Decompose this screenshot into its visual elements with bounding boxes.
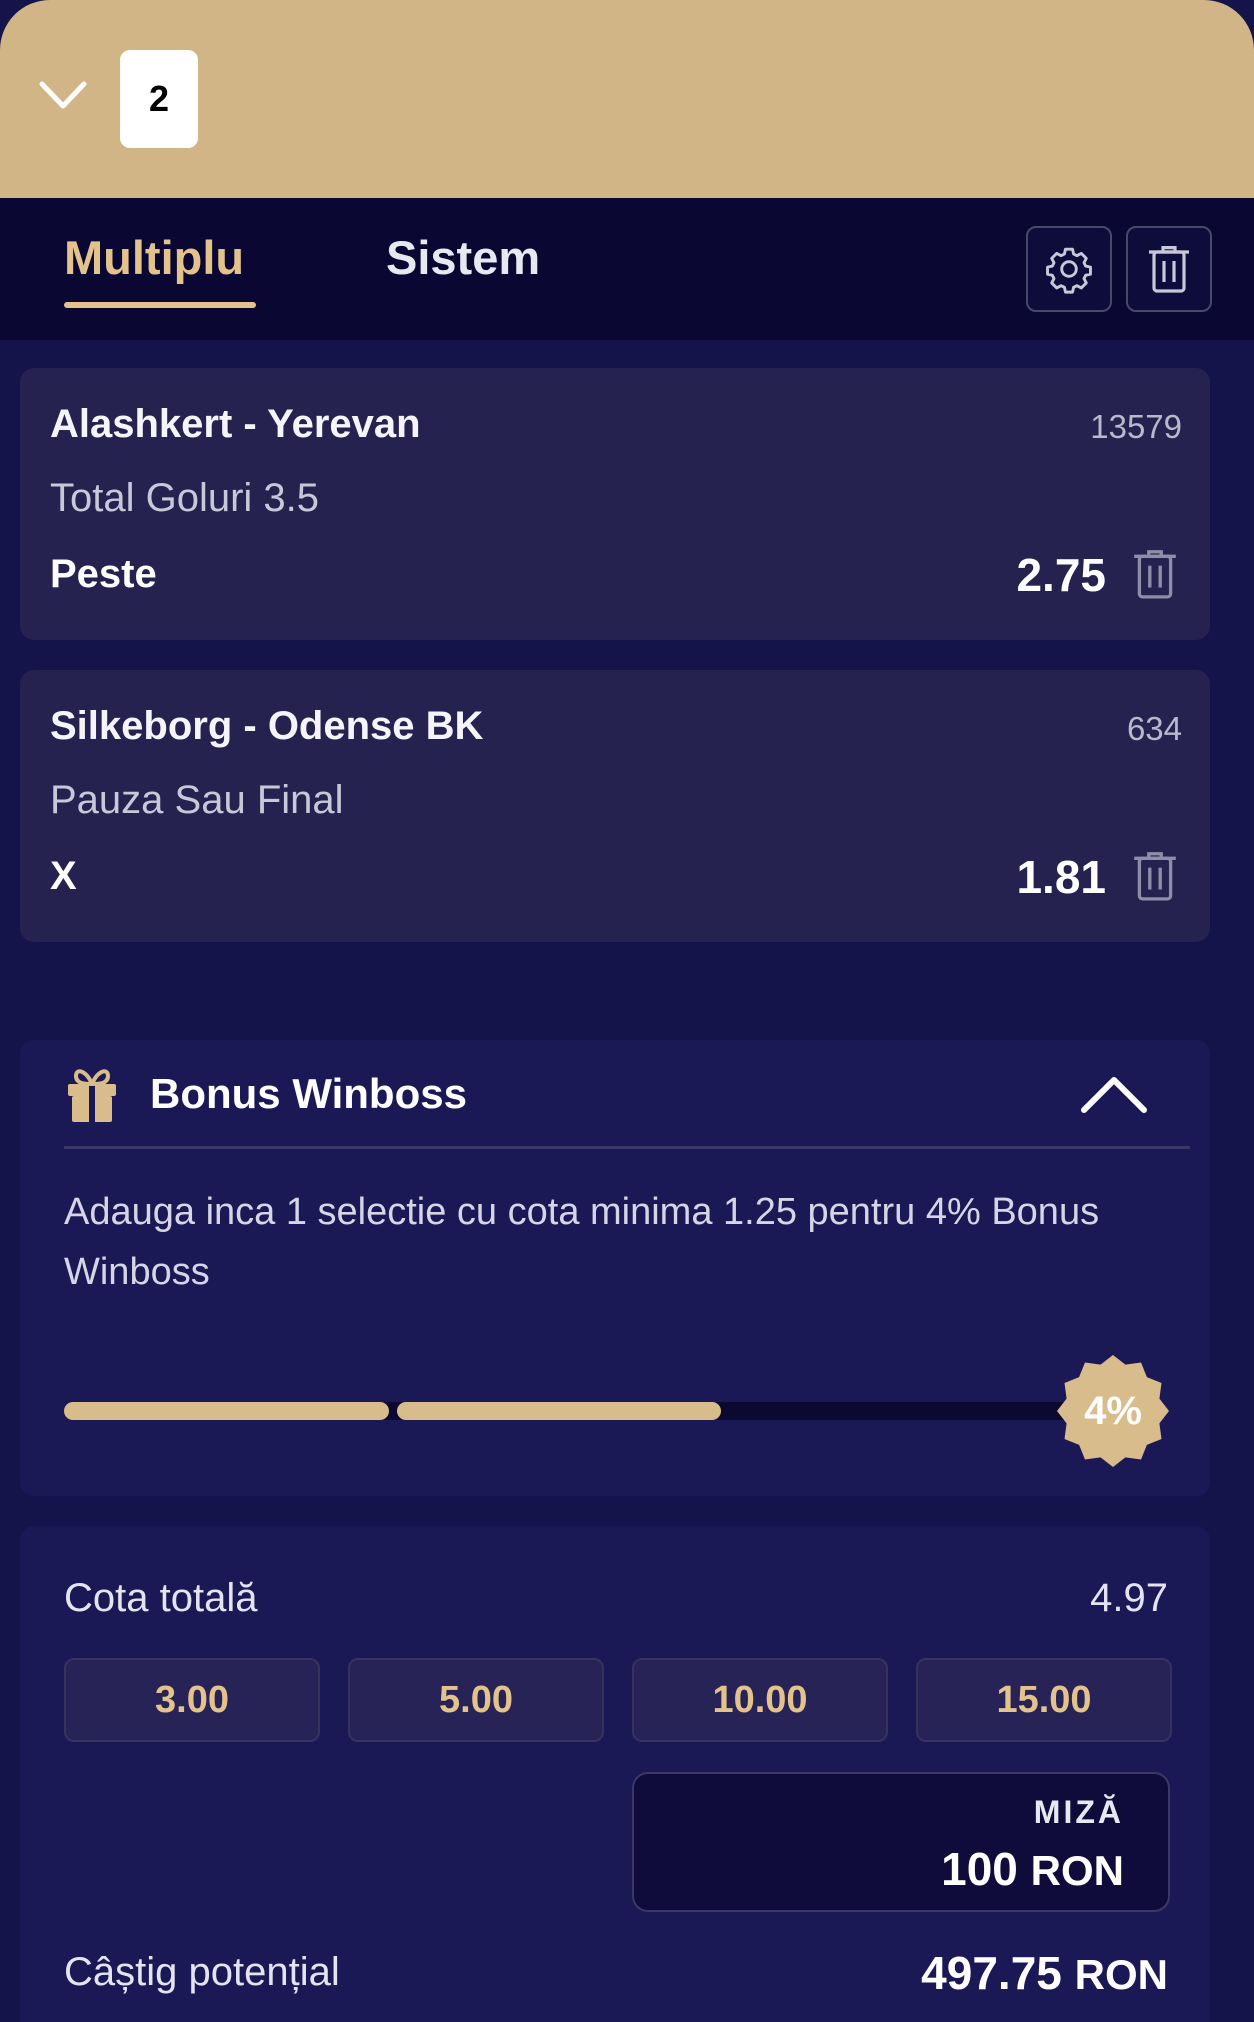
market-name: Pauza Sau Final	[50, 778, 344, 822]
selection-card: Silkeborg - Odense BK 634 Pauza Sau Fina…	[20, 670, 1210, 942]
selection-odds: 1.81	[1016, 851, 1106, 903]
market-name: Total Goluri 3.5	[50, 476, 320, 520]
chevron-up-icon[interactable]	[1078, 1072, 1150, 1116]
stake-currency: RON	[1030, 1847, 1124, 1894]
bonus-title: Bonus Winboss	[150, 1070, 467, 1117]
event-code: 634	[1126, 710, 1182, 747]
divider	[64, 1146, 1190, 1149]
quick-stake-button[interactable]: 5.00	[348, 1658, 604, 1742]
potential-win: 497.75 RON	[921, 1946, 1168, 2000]
match-name: Alashkert - Yerevan	[50, 402, 421, 446]
selection-card: Alashkert - Yerevan 13579 Total Goluri 3…	[20, 368, 1210, 640]
tab-sistem[interactable]: Sistem	[386, 230, 540, 285]
tab-multiplu[interactable]: Multiplu	[64, 230, 244, 285]
pick-name: X	[50, 854, 77, 898]
selection-odds: 2.75	[1016, 549, 1106, 601]
bonus-percent-badge: 4%	[1084, 1388, 1142, 1433]
quick-stake-button[interactable]: 10.00	[632, 1658, 888, 1742]
trash-icon	[1149, 246, 1189, 293]
bonus-progress-segment	[64, 1402, 389, 1420]
potential-win-currency: RON	[1074, 1951, 1168, 1998]
stake-value: 100	[941, 1843, 1018, 1895]
trash-icon[interactable]	[1132, 850, 1178, 902]
quick-stake-button[interactable]: 15.00	[916, 1658, 1172, 1742]
stake-label: MIZĂ	[1033, 1794, 1124, 1830]
betslip-header[interactable]: 2	[0, 0, 1254, 198]
bonus-message: Adauga inca 1 selectie cu cota minima 1.…	[64, 1191, 1100, 1293]
potential-win-value: 497.75	[921, 1947, 1062, 1999]
potential-win-label: Câștig potențial	[64, 1950, 340, 1994]
quick-stake-button[interactable]: 3.00	[64, 1658, 320, 1742]
match-name: Silkeborg - Odense BK	[50, 704, 484, 748]
stake-input[interactable]: MIZĂ 100 RON	[632, 1772, 1170, 1912]
bet-type-tabs: Multiplu Sistem	[0, 198, 1254, 340]
selection-count-badge: 2	[120, 50, 198, 148]
clear-all-button[interactable]	[1126, 226, 1212, 312]
total-odds-label: Cota totală	[64, 1576, 258, 1620]
total-odds-value: 4.97	[1090, 1576, 1168, 1620]
pick-name: Peste	[50, 552, 157, 596]
event-code: 13579	[1090, 408, 1182, 445]
active-tab-indicator	[64, 302, 256, 308]
trash-icon[interactable]	[1132, 548, 1178, 600]
ticket-summary: Cota totală 4.97 3.00 5.00 10.00 15.00 M…	[20, 1526, 1210, 2022]
bonus-panel: Bonus Winboss Adauga inca 1 selectie cu …	[20, 1040, 1210, 1496]
stake-amount: 100 RON	[941, 1842, 1124, 1896]
chevron-down-icon[interactable]	[38, 76, 88, 116]
settings-button[interactable]	[1026, 226, 1112, 312]
gear-icon	[1046, 247, 1092, 294]
bonus-progress-segment	[396, 1402, 722, 1420]
gift-icon	[68, 1069, 116, 1122]
